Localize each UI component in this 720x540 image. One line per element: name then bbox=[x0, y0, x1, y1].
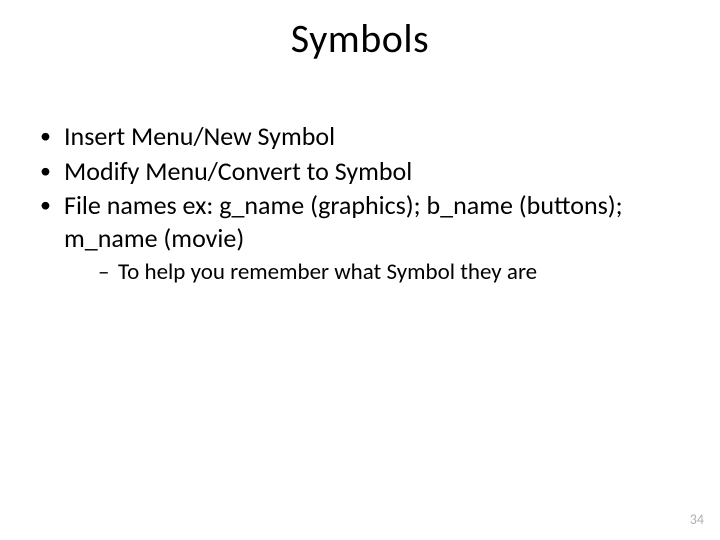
sub-bullet-item: To help you remember what Symbol they ar… bbox=[98, 258, 682, 287]
slide-title: Symbols bbox=[0, 14, 720, 63]
slide-body: Insert Menu/New Symbol Modify Menu/Conve… bbox=[38, 120, 682, 289]
page-number: 34 bbox=[690, 511, 704, 528]
bullet-text: Insert Menu/New Symbol bbox=[64, 120, 335, 152]
bullet-list: Insert Menu/New Symbol Modify Menu/Conve… bbox=[38, 120, 682, 287]
sub-bullet-text: To help you remember what Symbol they ar… bbox=[118, 258, 537, 286]
bullet-text: Modify Menu/Convert to Symbol bbox=[64, 155, 412, 187]
bullet-text: File names ex: g_name (graphics); b_name… bbox=[64, 189, 623, 254]
bullet-item: File names ex: g_name (graphics); b_name… bbox=[38, 189, 682, 287]
bullet-item: Insert Menu/New Symbol bbox=[38, 120, 682, 153]
slide: Symbols Insert Menu/New Symbol Modify Me… bbox=[0, 0, 720, 540]
bullet-item: Modify Menu/Convert to Symbol bbox=[38, 155, 682, 188]
sub-bullet-list: To help you remember what Symbol they ar… bbox=[64, 258, 682, 287]
